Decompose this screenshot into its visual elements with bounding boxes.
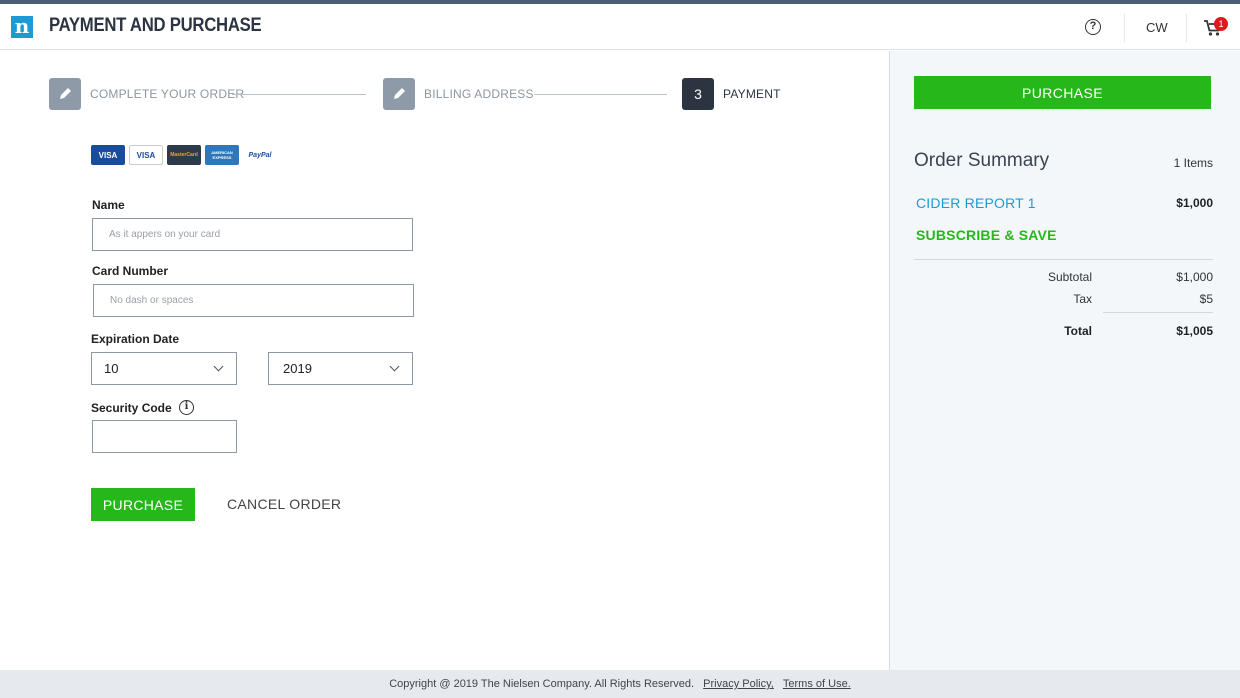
- expiration-year-select[interactable]: 2019: [268, 352, 413, 385]
- help-icon[interactable]: ?: [1085, 19, 1101, 35]
- step-complete-order[interactable]: COMPLETE YOUR ORDER: [49, 78, 244, 110]
- step-label: BILLING ADDRESS: [424, 87, 534, 101]
- pencil-icon: [49, 78, 81, 110]
- paypal-logo: PayPal: [243, 145, 277, 165]
- app-header: n PAYMENT AND PURCHASE ? CW 1: [0, 4, 1240, 50]
- step-label: PAYMENT: [723, 87, 781, 101]
- visa-card-logo: VISA: [129, 145, 163, 165]
- copyright-text: Copyright @ 2019 The Nielsen Company. Al…: [389, 678, 695, 690]
- security-code-label: Security Code: [91, 401, 172, 415]
- header-divider: [1186, 14, 1187, 42]
- step-connector: [232, 94, 366, 95]
- item-price: $1,000: [1176, 196, 1213, 210]
- security-code-input[interactable]: [92, 420, 237, 453]
- nielsen-logo[interactable]: n: [11, 16, 33, 38]
- selected-year: 2019: [283, 361, 312, 376]
- card-number-input[interactable]: [93, 284, 414, 317]
- step-label: COMPLETE YOUR ORDER: [90, 87, 245, 101]
- subtotal-value: $1,000: [1176, 270, 1213, 284]
- expiration-month-select[interactable]: 10: [91, 352, 237, 385]
- terms-of-use-link[interactable]: Terms of Use.: [783, 678, 851, 690]
- name-input[interactable]: [92, 218, 413, 251]
- total-divider: [1103, 312, 1213, 313]
- mastercard-logo: MasterCard: [167, 145, 201, 165]
- chevron-down-icon: [213, 361, 224, 372]
- summary-divider: [914, 259, 1213, 260]
- header-divider: [1124, 14, 1125, 42]
- total-label: Total: [1064, 324, 1092, 338]
- selected-month: 10: [104, 361, 119, 376]
- privacy-policy-link[interactable]: Privacy Policy,: [703, 678, 774, 690]
- chevron-down-icon: [389, 361, 400, 372]
- cart-count-badge: 1: [1214, 17, 1228, 31]
- purchase-button[interactable]: PURCHASE: [91, 488, 195, 521]
- pencil-icon: [383, 78, 415, 110]
- user-initials-button[interactable]: CW: [1146, 20, 1168, 35]
- tax-value: $5: [1199, 292, 1213, 306]
- accepted-cards: VISA VISA MasterCard AMERICAN EXPRESS Pa…: [91, 145, 277, 165]
- page-footer: Copyright @ 2019 The Nielsen Company. Al…: [0, 670, 1240, 698]
- expiration-date-label: Expiration Date: [91, 332, 180, 346]
- order-summary-panel: [889, 51, 1240, 670]
- subscribe-save-link[interactable]: SUBSCRIBE & SAVE: [916, 227, 1057, 243]
- subtotal-label: Subtotal: [1047, 270, 1092, 284]
- page-title: PAYMENT AND PURCHASE: [49, 15, 262, 36]
- summary-purchase-button[interactable]: PURCHASE: [914, 76, 1211, 109]
- step-payment: 3 PAYMENT: [682, 78, 781, 110]
- step-number: 3: [682, 78, 714, 110]
- item-count: 1 Items: [1173, 156, 1213, 170]
- cancel-order-button[interactable]: CANCEL ORDER: [227, 496, 341, 512]
- info-icon[interactable]: i: [179, 400, 194, 415]
- step-billing-address[interactable]: BILLING ADDRESS: [383, 78, 534, 110]
- amex-card-logo: AMERICAN EXPRESS: [205, 145, 239, 165]
- visa-card-logo: VISA: [91, 145, 125, 165]
- name-label: Name: [92, 198, 125, 212]
- order-summary-title: Order Summary: [914, 150, 1050, 171]
- step-connector: [534, 94, 667, 95]
- card-number-label: Card Number: [92, 264, 169, 278]
- item-name-link[interactable]: CIDER REPORT 1: [916, 195, 1036, 211]
- tax-label: Tax: [1073, 292, 1092, 306]
- total-value: $1,005: [1176, 324, 1213, 338]
